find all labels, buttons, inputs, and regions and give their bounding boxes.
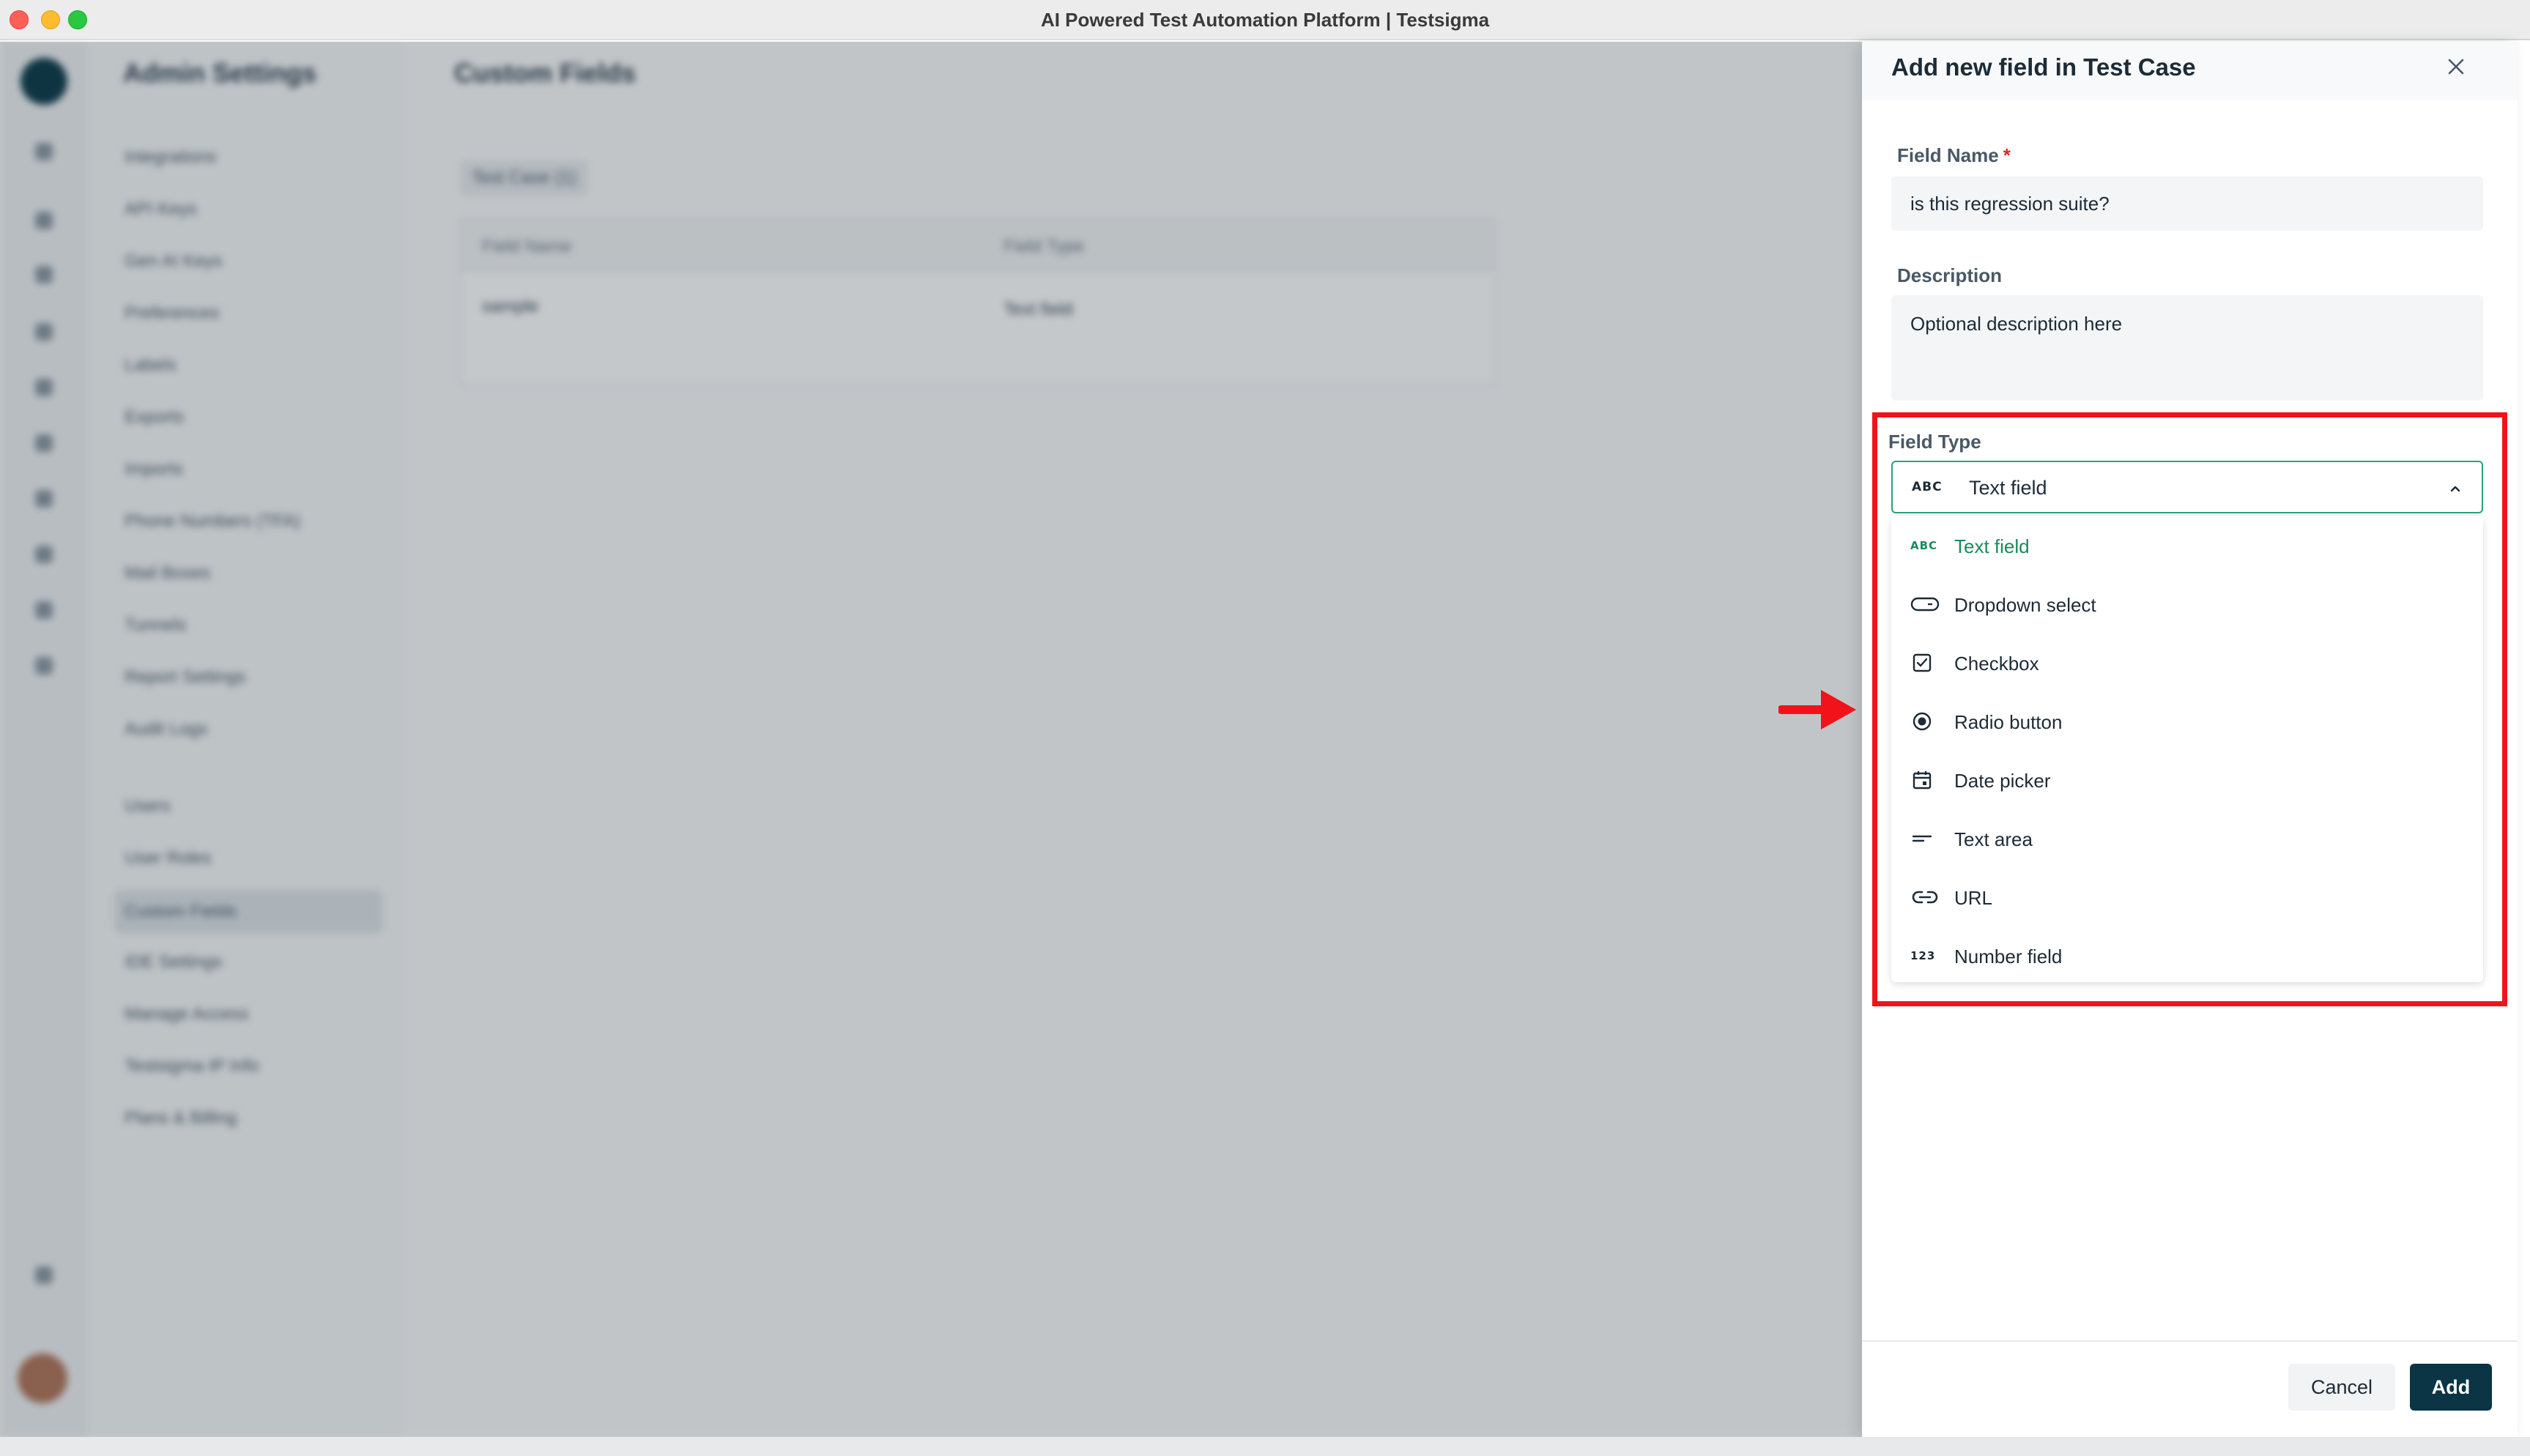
cancel-button[interactable]: Cancel <box>2288 1364 2395 1411</box>
add-button[interactable]: Add <box>2410 1364 2492 1411</box>
window-title: AI Powered Test Automation Platform | Te… <box>1040 9 1490 31</box>
annotation-arrow-icon <box>1778 690 1856 729</box>
window-bottom-edge <box>0 1437 2530 1456</box>
close-icon <box>2448 59 2464 75</box>
close-button[interactable] <box>2441 52 2471 81</box>
annotation-highlight-box <box>1872 412 2507 1006</box>
field-name-label: Field Name * <box>1897 144 2011 167</box>
drawer-footer: Cancel Add <box>1862 1340 2518 1437</box>
field-name-label-text: Field Name <box>1897 144 1999 166</box>
drawer-header: Add new field in Test Case <box>1862 42 2518 100</box>
field-name-input[interactable]: is this regression suite? <box>1891 177 2483 231</box>
window-titlebar: AI Powered Test Automation Platform | Te… <box>0 0 2530 40</box>
modal-backdrop[interactable] <box>0 42 1862 1437</box>
required-mark: * <box>2003 144 2011 166</box>
description-label: Description <box>1897 264 2003 286</box>
drawer-title: Add new field in Test Case <box>1891 53 2196 81</box>
description-textarea[interactable]: Optional description here <box>1891 295 2483 401</box>
